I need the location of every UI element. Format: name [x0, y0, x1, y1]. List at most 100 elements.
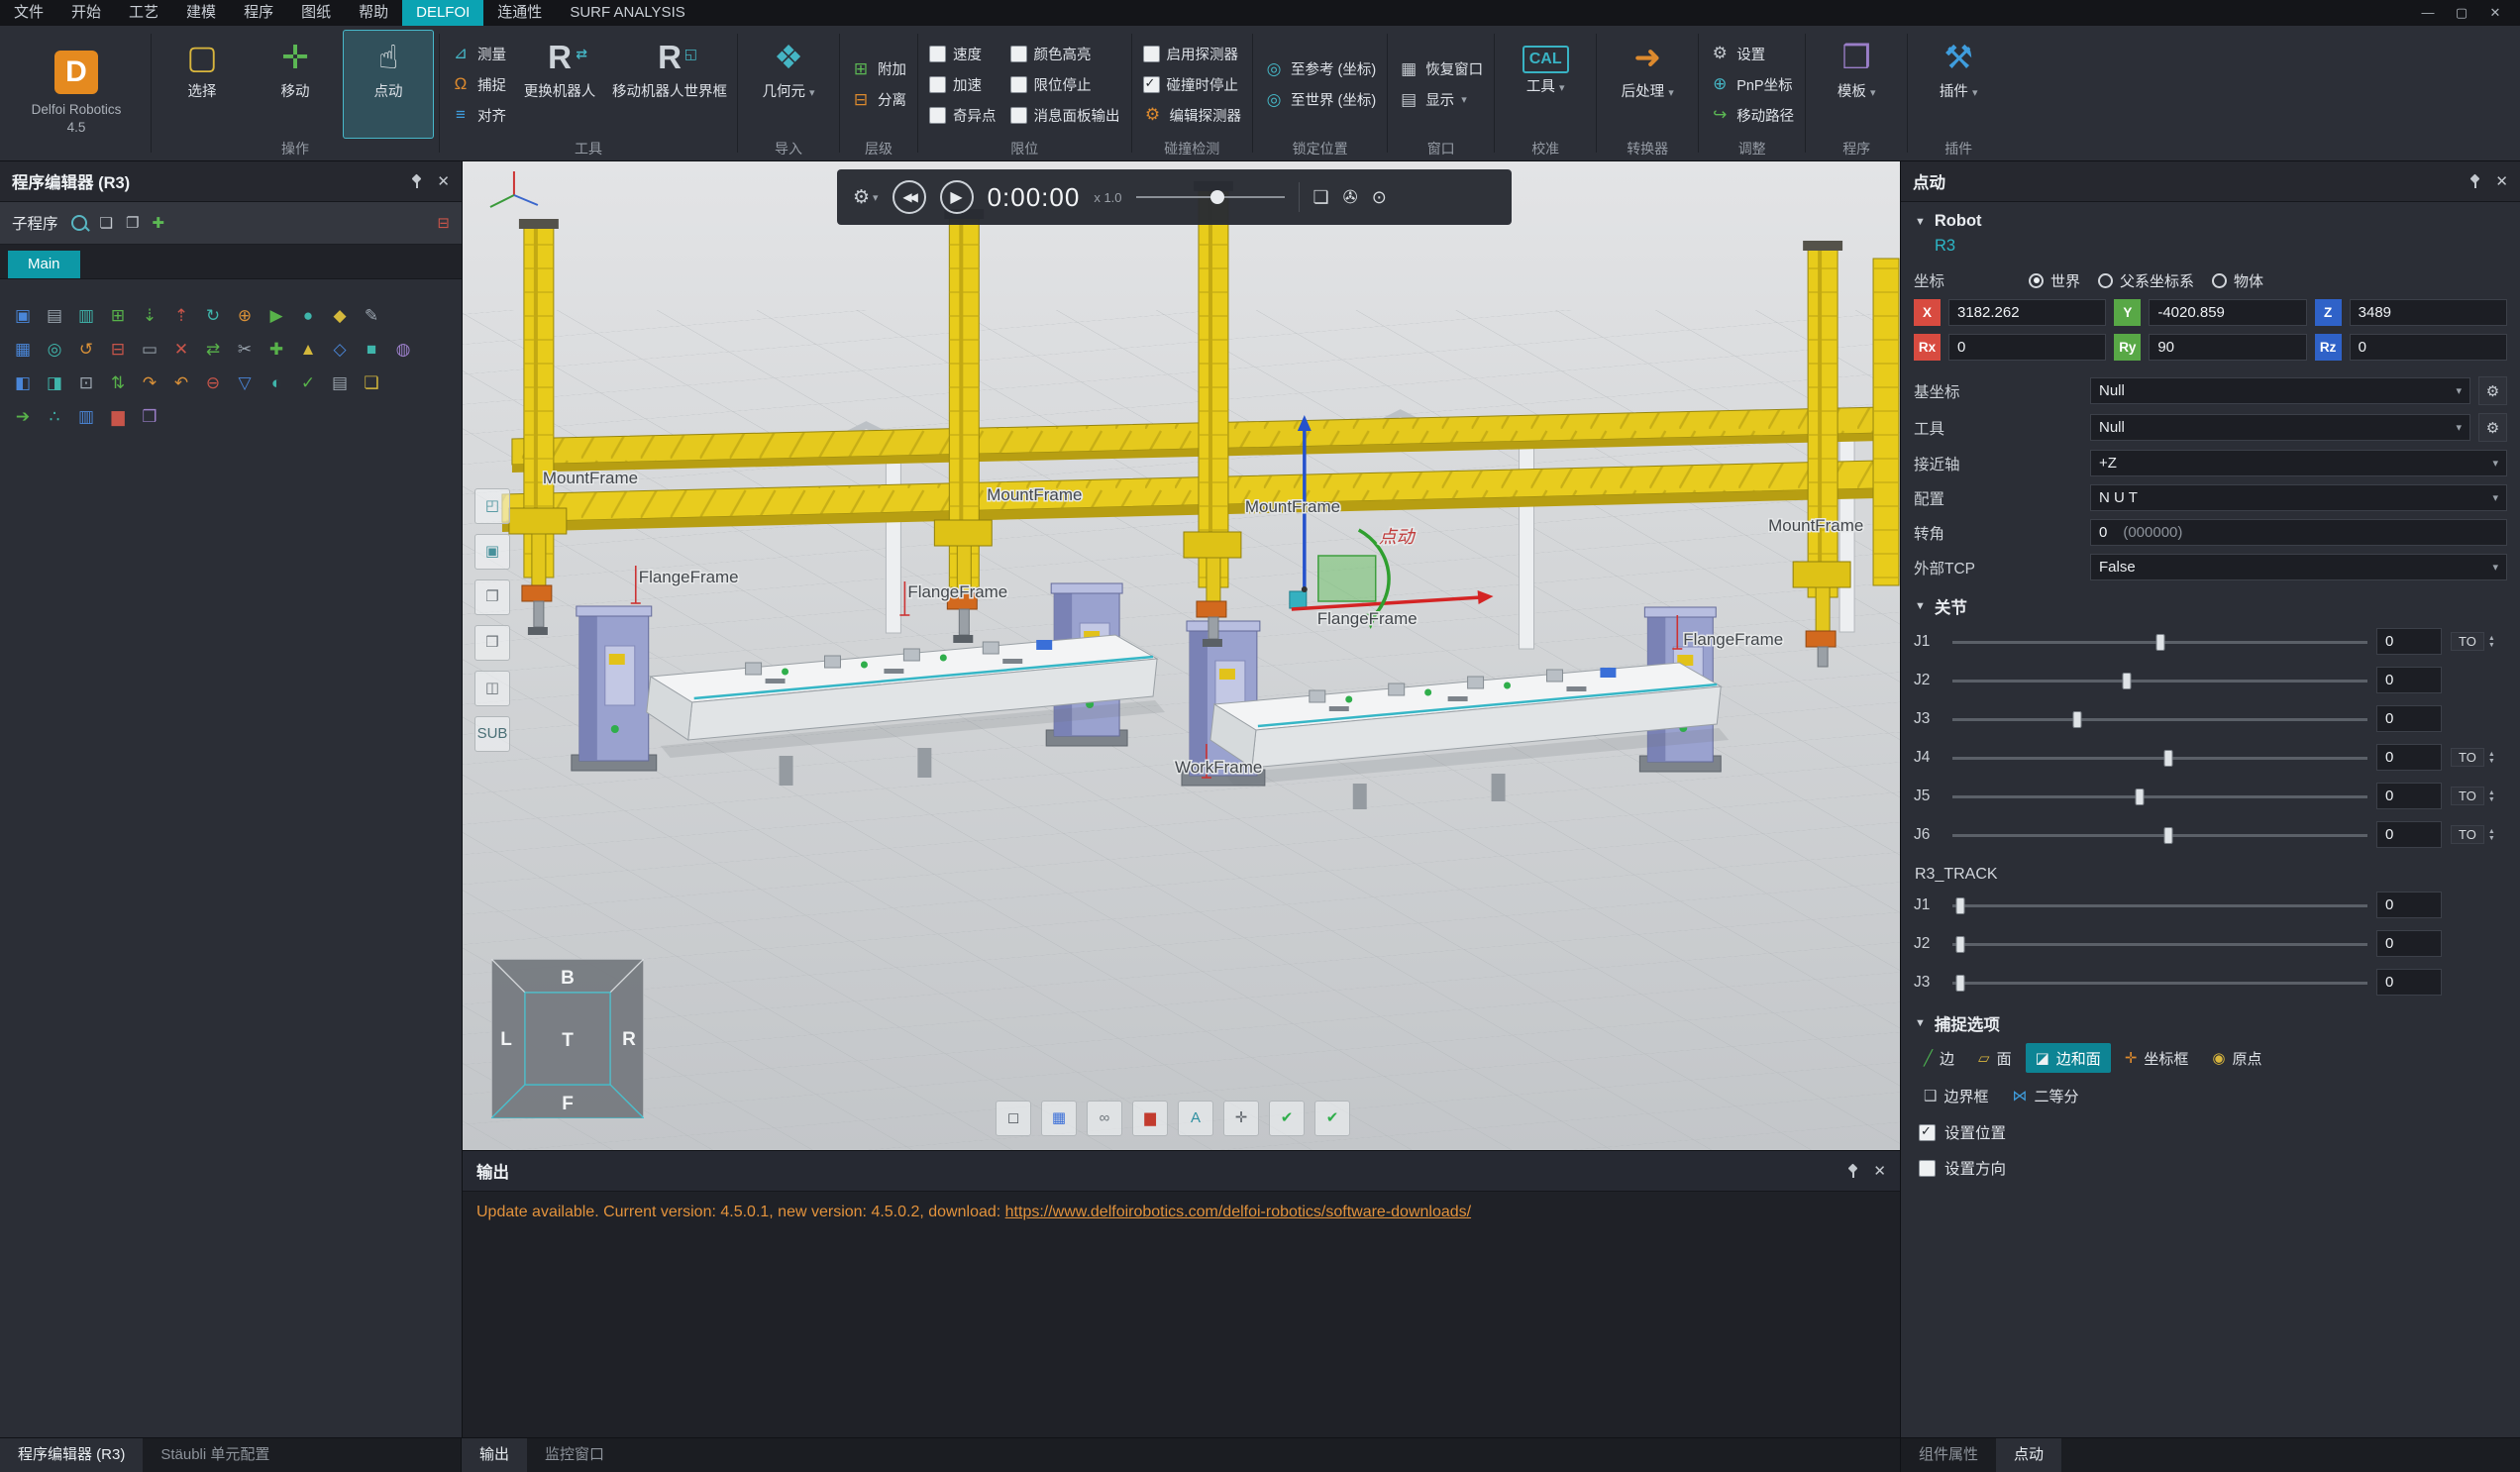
- base-frame-gear-button[interactable]: ⚙: [2478, 376, 2507, 405]
- enable-detector-checkbox[interactable]: 启用探测器: [1137, 41, 1248, 66]
- y-position-input[interactable]: -4020.859: [2149, 299, 2306, 326]
- tool-icon[interactable]: ✓: [293, 368, 323, 398]
- playback-speed-slider[interactable]: [1136, 187, 1285, 207]
- snap-face-button[interactable]: ▱面: [1968, 1043, 2022, 1073]
- menu-item-6[interactable]: 帮助: [345, 0, 402, 26]
- scene-canvas[interactable]: MountFrame MountFrame MountFrame MountFr…: [463, 161, 1900, 1150]
- select-tool-icon[interactable]: ◻: [996, 1101, 1031, 1136]
- restore-window-button[interactable]: ▦恢复窗口: [1393, 56, 1489, 82]
- track-j2-value-input[interactable]: 0: [2376, 930, 2442, 957]
- tool-icon[interactable]: ▣: [8, 301, 38, 331]
- tool-icon[interactable]: ⇄: [198, 335, 228, 365]
- geometry-view-icon[interactable]: ◫: [474, 671, 510, 706]
- base-frame-select[interactable]: Null▾: [2090, 377, 2470, 404]
- snap-frame-button[interactable]: ✛坐标框: [2115, 1043, 2199, 1073]
- minimize-button[interactable]: —: [2411, 0, 2445, 26]
- pnp-coordinates-button[interactable]: ⊕PnP坐标: [1704, 71, 1800, 97]
- gantry-column-5[interactable]: [1873, 259, 1899, 585]
- menu-item-5[interactable]: 图纸: [287, 0, 345, 26]
- tool-icon[interactable]: ◎: [40, 335, 69, 365]
- accel-limit-checkbox[interactable]: 加速: [923, 71, 1002, 97]
- post-process-button[interactable]: ➜ 后处理 ▾: [1602, 30, 1693, 139]
- tool-icon[interactable]: ◨: [40, 368, 69, 398]
- lock-to-world-button[interactable]: ◎至世界 (坐标): [1258, 87, 1382, 113]
- geometry-button[interactable]: ❖ 几何元 ▾: [743, 30, 834, 139]
- coord-world-radio[interactable]: 世界: [2029, 270, 2080, 291]
- set-position-checkbox[interactable]: 设置位置: [1901, 1114, 2520, 1150]
- verify-tool-icon[interactable]: ✔: [1314, 1101, 1350, 1136]
- singularity-checkbox[interactable]: 奇异点: [923, 102, 1002, 128]
- menu-item-4[interactable]: 程序: [230, 0, 287, 26]
- lock-to-reference-button[interactable]: ◎至参考 (坐标): [1258, 56, 1382, 82]
- j3-slider[interactable]: [1952, 709, 2367, 729]
- tool-icon[interactable]: ⇣: [135, 301, 164, 331]
- tool-icon[interactable]: ⊡: [71, 368, 101, 398]
- pin-icon[interactable]: [2468, 174, 2481, 188]
- check-tool-icon[interactable]: ✔: [1269, 1101, 1305, 1136]
- track-j1-slider[interactable]: [1952, 895, 2367, 915]
- rz-input[interactable]: 0: [2350, 334, 2507, 361]
- program-editor-body[interactable]: [0, 434, 462, 1437]
- edit-detector-button[interactable]: ⚙编辑探测器: [1137, 102, 1248, 128]
- frame-tool-icon[interactable]: ▦: [1041, 1101, 1077, 1136]
- navigation-cube[interactable]: B L R F T: [491, 959, 644, 1118]
- slider-thumb[interactable]: [1210, 190, 1224, 204]
- menu-item-9[interactable]: SURF ANALYSIS: [556, 0, 698, 26]
- sub-level-button[interactable]: SUB: [474, 716, 510, 752]
- x-position-input[interactable]: 3182.262: [1948, 299, 2106, 326]
- j1-to-button[interactable]: TO▲▼: [2451, 632, 2510, 651]
- tool-icon[interactable]: ➔: [8, 402, 38, 432]
- move-robot-frame-button[interactable]: R◱ 移动机器人世界框: [607, 30, 732, 139]
- snap-bounding-box-button[interactable]: ❑边界框: [1914, 1081, 1998, 1110]
- stop-on-collision-checkbox[interactable]: 碰撞时停止: [1137, 71, 1248, 97]
- j6-slider[interactable]: [1952, 825, 2367, 845]
- tool-icon[interactable]: ▥: [71, 402, 101, 432]
- select-button[interactable]: ▢ 选择: [157, 30, 248, 139]
- j6-to-button[interactable]: TO▲▼: [2451, 825, 2510, 844]
- track-j3-value-input[interactable]: 0: [2376, 969, 2442, 996]
- z-position-input[interactable]: 3489: [2350, 299, 2507, 326]
- maximize-button[interactable]: ▢: [2445, 0, 2478, 26]
- j3-value-input[interactable]: 0: [2376, 705, 2442, 732]
- track-j2-slider[interactable]: [1952, 934, 2367, 954]
- tool-icon[interactable]: ▽: [230, 368, 260, 398]
- tool-icon[interactable]: ↷: [135, 368, 164, 398]
- message-output-checkbox[interactable]: 消息面板输出: [1004, 102, 1126, 128]
- color-highlight-checkbox[interactable]: 颜色高亮: [1004, 41, 1126, 66]
- detach-button[interactable]: ⊟分离: [845, 87, 912, 113]
- rx-input[interactable]: 0: [1948, 334, 2106, 361]
- chart-tool-icon[interactable]: ▆: [1132, 1101, 1168, 1136]
- link-tool-icon[interactable]: ∞: [1087, 1101, 1122, 1136]
- tool-calibration-button[interactable]: CAL 工具 ▾: [1500, 30, 1591, 139]
- tool-frame-select[interactable]: Null▾: [2090, 414, 2470, 441]
- menu-item-3[interactable]: 建模: [172, 0, 230, 26]
- fit-view-icon[interactable]: ◰: [474, 488, 510, 524]
- new-file-icon[interactable]: ❏: [100, 214, 113, 232]
- j5-to-button[interactable]: TO▲▼: [2451, 787, 2510, 805]
- tool-icon[interactable]: ▤: [40, 301, 69, 331]
- tool-icon[interactable]: ↺: [71, 335, 101, 365]
- approach-axis-select[interactable]: +Z▾: [2090, 450, 2507, 476]
- settings-button[interactable]: ⚙设置: [1704, 41, 1800, 66]
- output-log[interactable]: Update available. Current version: 4.5.0…: [463, 1192, 1900, 1437]
- plugins-button[interactable]: ⚒ 插件 ▾: [1913, 30, 2004, 139]
- zoom-selection-icon[interactable]: ▣: [474, 534, 510, 570]
- ry-input[interactable]: 90: [2149, 334, 2306, 361]
- add-subprogram-icon[interactable]: ✚: [152, 214, 164, 232]
- tool-frame-gear-button[interactable]: ⚙: [2478, 413, 2507, 442]
- turn-angle-input[interactable]: 0(000000): [2090, 519, 2507, 546]
- annotation-tool-icon[interactable]: A: [1178, 1101, 1213, 1136]
- snap-button[interactable]: Ω捕捉: [445, 71, 512, 97]
- tool-icon[interactable]: ■: [357, 335, 386, 365]
- record-video-icon[interactable]: ✇: [1343, 187, 1358, 208]
- coord-parent-radio[interactable]: 父系坐标系: [2098, 270, 2194, 291]
- swap-robot-button[interactable]: R⇄ 更换机器人: [514, 30, 605, 139]
- move-path-button[interactable]: ↪移动路径: [1704, 102, 1800, 128]
- j2-value-input[interactable]: 0: [2376, 667, 2442, 693]
- tool-icon[interactable]: ◆: [325, 301, 355, 331]
- move-button[interactable]: ✛ 移动: [250, 30, 341, 139]
- pin-icon[interactable]: [409, 174, 423, 188]
- measure-button[interactable]: ⊿测量: [445, 41, 512, 66]
- track-j1-value-input[interactable]: 0: [2376, 892, 2442, 918]
- tool-icon[interactable]: ⇡: [166, 301, 196, 331]
